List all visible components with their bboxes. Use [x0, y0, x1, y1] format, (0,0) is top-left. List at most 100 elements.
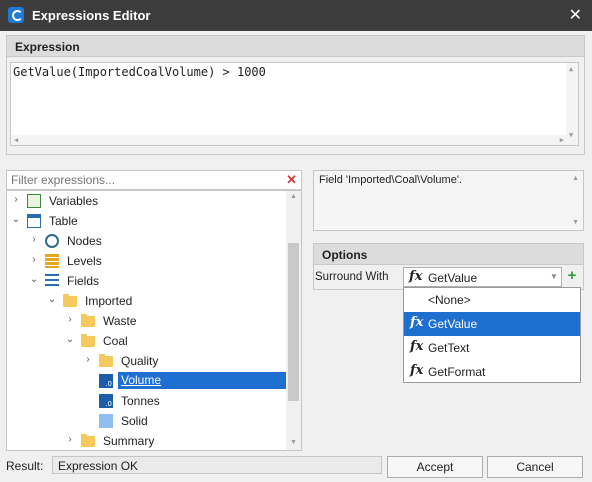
folder-open-icon — [81, 334, 95, 347]
tree-item-coal[interactable]: ⌄ Coal — [7, 331, 285, 351]
surround-with-label: Surround With — [315, 271, 389, 283]
expression-panel-header: Expression — [6, 35, 585, 57]
tree-item-label: Variables — [49, 194, 99, 208]
folder-icon — [99, 354, 113, 367]
dropdown-option-getvalue[interactable]: fx GetValue — [404, 312, 580, 336]
variables-icon — [27, 194, 41, 208]
dropdown-option-label: GetValue — [428, 317, 478, 331]
folder-icon — [81, 314, 95, 327]
expand-chevron-icon[interactable]: › — [29, 234, 39, 245]
filter-input[interactable] — [7, 171, 277, 189]
tree-item-label: Volume — [118, 372, 286, 389]
surround-with-combo[interactable]: fx GetValue ▼ — [403, 267, 562, 287]
dropdown-option-label: GetFormat — [428, 365, 486, 379]
expression-horizontal-scrollbar[interactable]: ◀ ▶ — [11, 135, 567, 145]
expand-chevron-icon[interactable]: › — [83, 354, 93, 365]
tree-item-fields[interactable]: ⌄ Fields — [7, 271, 285, 291]
options-panel-header: Options — [313, 243, 584, 265]
tree-item-waste[interactable]: › Waste — [7, 311, 285, 331]
solid-icon — [99, 414, 113, 428]
tree-vertical-scrollbar[interactable]: ▲ ▼ — [286, 191, 301, 450]
options-header-label: Options — [322, 248, 368, 262]
function-icon: fx — [409, 269, 423, 284]
tree-item-levels[interactable]: › Levels — [7, 251, 285, 271]
expand-chevron-icon[interactable]: › — [65, 314, 75, 325]
title-bar: Expressions Editor ✕ — [0, 0, 592, 31]
scroll-right-arrow-icon[interactable]: ▶ — [560, 136, 564, 144]
tree-item-label: Imported — [85, 294, 133, 308]
tree-item-variables[interactable]: › Variables — [7, 191, 285, 211]
tree-item-label: Summary — [103, 434, 155, 448]
collapse-chevron-icon[interactable]: ⌄ — [47, 294, 57, 305]
tree-item-label: Quality — [121, 354, 159, 368]
collapse-chevron-icon[interactable]: ⌄ — [11, 214, 21, 225]
tree-item-label: Nodes — [67, 234, 102, 248]
result-label: Result: — [6, 459, 44, 473]
app-logo-icon — [8, 7, 24, 23]
nodes-icon — [45, 234, 59, 248]
cancel-button[interactable]: Cancel — [487, 456, 583, 478]
tree-item-solid[interactable]: Solid — [7, 411, 285, 431]
tree-item-label: Solid — [121, 414, 148, 428]
result-text: Expression OK — [58, 459, 139, 473]
dropdown-option-label: GetText — [428, 341, 470, 355]
description-box: Field 'Imported\Coal\Volume'. ▲ ▼ — [313, 170, 584, 231]
expand-chevron-icon[interactable]: › — [11, 194, 21, 205]
tree-item-label: Table — [49, 214, 78, 228]
dropdown-option-none[interactable]: <None> — [404, 288, 580, 312]
expand-chevron-icon[interactable]: › — [29, 254, 39, 265]
surround-with-dropdown: <None> fx GetValue fx GetText fx GetForm… — [403, 287, 581, 383]
expand-chevron-icon[interactable]: › — [65, 434, 75, 445]
dropdown-option-getformat[interactable]: fx GetFormat — [404, 360, 580, 384]
tree-item-label: Waste — [103, 314, 137, 328]
tree-item-imported[interactable]: ⌄ Imported — [7, 291, 285, 311]
tree-item-nodes[interactable]: › Nodes — [7, 231, 285, 251]
scroll-down-arrow-icon[interactable]: ▼ — [290, 439, 297, 446]
tree-item-table[interactable]: ⌄ Table — [7, 211, 285, 231]
description-text: Field 'Imported\Coal\Volume'. — [319, 174, 462, 186]
tree-item-label: Levels — [67, 254, 102, 268]
accept-button[interactable]: Accept — [387, 456, 483, 478]
expression-tree: › Variables ⌄ Table › Nodes › Levels ⌄ F… — [6, 190, 302, 451]
scroll-up-arrow-icon[interactable]: ▲ — [290, 193, 297, 200]
collapse-chevron-icon[interactable]: ⌄ — [65, 334, 75, 345]
fields-icon — [45, 274, 59, 288]
result-box: Expression OK — [52, 456, 382, 474]
expression-editor[interactable]: GetValue(ImportedCoalVolume) > 1000 ▲ ▼ … — [10, 62, 579, 146]
surround-with-value: GetValue — [428, 271, 478, 285]
table-icon — [27, 214, 41, 228]
numeric-field-icon — [99, 394, 113, 408]
expression-text[interactable]: GetValue(ImportedCoalVolume) > 1000 — [13, 65, 266, 79]
window-title: Expressions Editor — [32, 8, 151, 23]
close-window-button[interactable]: ✕ — [569, 5, 582, 25]
tree-item-quality[interactable]: › Quality — [7, 351, 285, 371]
tree-item-label: Coal — [103, 334, 128, 348]
dropdown-option-label: <None> — [428, 293, 471, 307]
numeric-field-icon — [99, 374, 113, 388]
filter-box: ✕ — [6, 170, 302, 190]
levels-icon — [45, 254, 59, 268]
tree-item-summary[interactable]: › Summary — [7, 431, 285, 450]
tree-scroll-thumb[interactable] — [288, 243, 299, 401]
scroll-up-arrow-icon[interactable]: ▲ — [572, 175, 579, 182]
tree-item-tonnes[interactable]: Tonnes — [7, 391, 285, 411]
folder-open-icon — [63, 294, 77, 307]
function-icon: fx — [410, 363, 424, 378]
scroll-down-arrow-icon[interactable]: ▼ — [569, 131, 573, 139]
chevron-down-icon[interactable]: ▼ — [547, 268, 561, 286]
expression-vertical-scrollbar[interactable]: ▲ ▼ — [566, 63, 578, 145]
scroll-down-arrow-icon[interactable]: ▼ — [572, 219, 579, 226]
status-bar: Result: Expression OK Accept Cancel — [0, 456, 592, 482]
add-icon[interactable]: + — [565, 268, 579, 284]
tree-item-volume[interactable]: Volume — [7, 371, 286, 391]
scroll-left-arrow-icon[interactable]: ◀ — [14, 136, 18, 144]
expression-header-label: Expression — [15, 40, 80, 54]
dropdown-option-gettext[interactable]: fx GetText — [404, 336, 580, 360]
function-icon: fx — [410, 339, 424, 354]
clear-filter-icon[interactable]: ✕ — [286, 172, 297, 188]
collapse-chevron-icon[interactable]: ⌄ — [29, 274, 39, 285]
folder-icon — [81, 434, 95, 447]
scroll-up-arrow-icon[interactable]: ▲ — [569, 65, 573, 73]
function-icon: fx — [410, 315, 424, 330]
tree-item-label: Fields — [67, 274, 100, 288]
